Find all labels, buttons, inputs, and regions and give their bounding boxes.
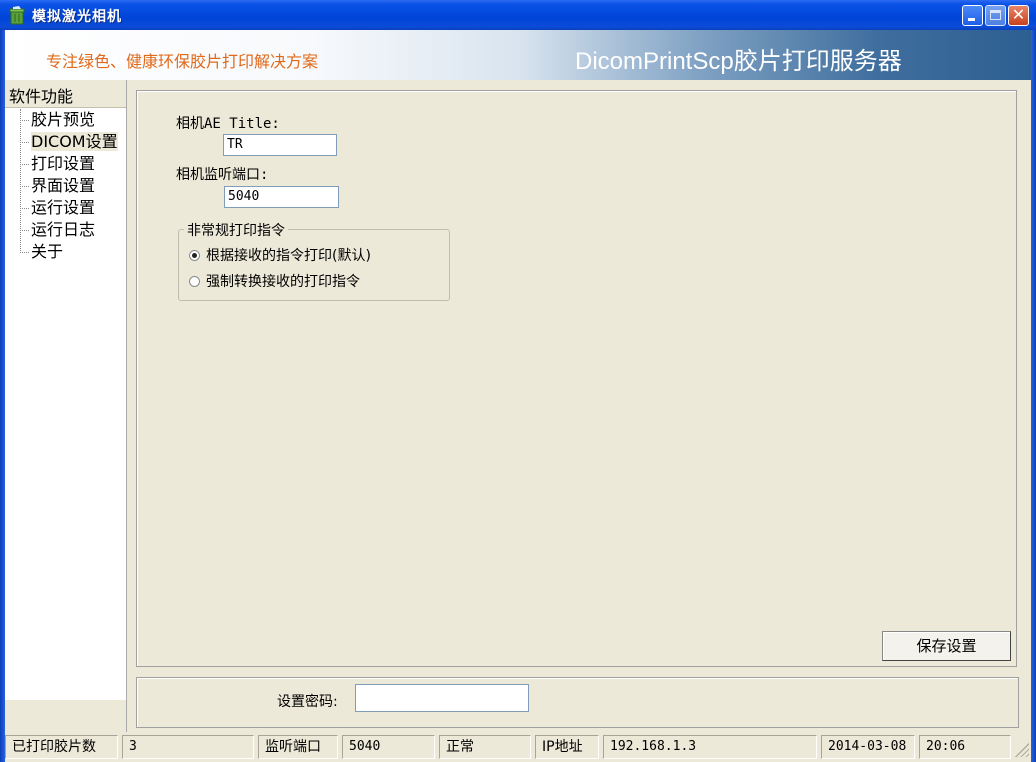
sidebar-header-label: 软件功能	[9, 87, 74, 106]
radio-checked-icon[interactable]	[189, 249, 200, 261]
maximize-button[interactable]	[985, 5, 1006, 26]
sidebar-footer	[5, 700, 126, 732]
status-printed-count: 3	[122, 735, 254, 759]
radio-force-convert[interactable]: 强制转换接收的打印指令	[189, 271, 360, 291]
tree-item-run-log[interactable]: 运行日志	[15, 219, 125, 241]
print-command-group: 非常规打印指令 根据接收的指令打印(默认) 强制转换接收的打印指令	[178, 220, 450, 301]
ae-title-label: 相机AE Title:	[176, 116, 280, 132]
tree-item-label: 胶片预览	[31, 110, 96, 129]
title-bar[interactable]: 模拟激光相机 ✕	[0, 0, 1036, 30]
tree-item-film-preview[interactable]: 胶片预览	[15, 109, 125, 131]
save-settings-button[interactable]: 保存设置	[882, 631, 1011, 661]
close-icon: ✕	[1011, 5, 1026, 24]
status-date: 2014-03-08	[821, 735, 915, 759]
function-tree: 胶片预览 DICOM设置 打印设置 界面设置 运行设置 运行日志 关于	[15, 109, 125, 263]
tree-item-label: 界面设置	[31, 176, 96, 195]
port-label: 相机监听端口:	[176, 167, 269, 183]
status-state: 正常	[439, 735, 531, 759]
password-input[interactable]	[355, 684, 529, 712]
status-ip-value: 192.168.1.3	[603, 735, 817, 759]
tree-item-print-settings[interactable]: 打印设置	[15, 153, 125, 175]
status-time: 20:06	[919, 735, 1011, 759]
sidebar: 软件功能 胶片预览 DICOM设置 打印设置 界面设置 运行设置 运行日志 关于	[5, 80, 127, 732]
tree-item-run-settings[interactable]: 运行设置	[15, 197, 125, 219]
window-title: 模拟激光相机	[32, 9, 122, 25]
tree-item-about[interactable]: 关于	[15, 241, 125, 263]
resize-grip-icon[interactable]	[1015, 743, 1029, 757]
radio-label: 根据接收的指令打印(默认)	[206, 248, 371, 264]
tree-item-label: 运行日志	[31, 220, 96, 239]
product-title: DicomPrintScp胶片打印服务器	[575, 48, 902, 75]
status-ip-label: IP地址	[535, 735, 599, 759]
tree-item-label: 关于	[31, 242, 64, 261]
ae-title-input[interactable]: TR	[223, 134, 337, 156]
close-button[interactable]: ✕	[1008, 5, 1029, 26]
dicom-settings-panel: 相机AE Title: TR 相机监听端口: 5040 非常规打印指令 根据接收…	[136, 90, 1017, 667]
minimize-button[interactable]	[962, 5, 983, 26]
trash-bin-icon	[9, 6, 25, 25]
radio-print-by-command[interactable]: 根据接收的指令打印(默认)	[189, 245, 371, 265]
radio-unchecked-icon[interactable]	[189, 275, 200, 287]
tree-item-label: DICOM设置	[31, 132, 118, 151]
status-port-label: 监听端口	[258, 735, 338, 759]
password-panel: 设置密码:	[136, 677, 1019, 728]
sidebar-header: 软件功能	[5, 80, 126, 108]
status-printed-label: 已打印胶片数	[5, 735, 118, 759]
print-command-group-title: 非常规打印指令	[184, 220, 288, 240]
status-port-value: 5040	[342, 735, 435, 759]
port-input[interactable]: 5040	[224, 186, 339, 208]
header-banner: 专注绿色、健康环保胶片打印解决方案 DicomPrintScp胶片打印服务器	[5, 30, 1031, 80]
tree-item-ui-settings[interactable]: 界面设置	[15, 175, 125, 197]
status-bar: 已打印胶片数 3 监听端口 5040 正常 IP地址 192.168.1.3 2…	[5, 735, 1031, 759]
tree-item-label: 运行设置	[31, 198, 96, 217]
banner-slogan: 专注绿色、健康环保胶片打印解决方案	[46, 52, 319, 71]
tree-item-label: 打印设置	[31, 154, 96, 173]
window-border-right	[1031, 30, 1036, 762]
tree-item-dicom-settings[interactable]: DICOM设置	[15, 131, 125, 153]
password-label: 设置密码:	[277, 694, 338, 710]
radio-label: 强制转换接收的打印指令	[206, 274, 360, 290]
main-window: 模拟激光相机 ✕ 专注绿色、健康环保胶片打印解决方案 DicomPrintScp…	[0, 0, 1036, 762]
